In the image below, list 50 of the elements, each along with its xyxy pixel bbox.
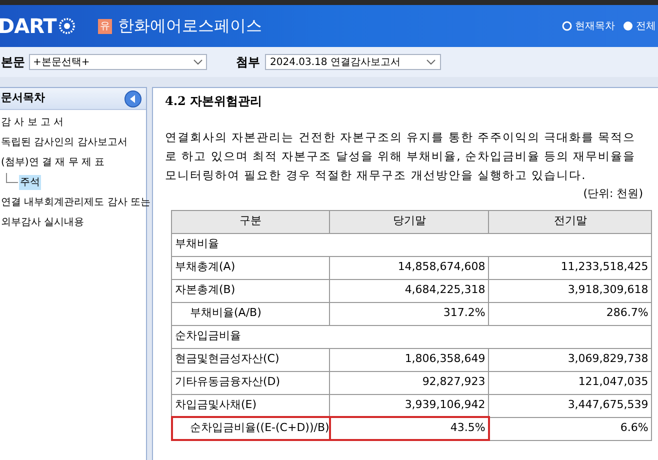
sunburst-icon [58,17,76,35]
attach-label: 첨부 [236,54,260,71]
company-badge: 유 [98,18,112,34]
table-cell: 43.5% [330,417,489,440]
company-name: 한화에어로스페이스 [118,15,262,37]
table-cell: 3,918,309,618 [488,279,652,302]
tree-item[interactable]: 외부감사 실시내용 [0,214,86,230]
table-cell: 3,069,829,738 [488,348,652,371]
table-cell: 3,447,675,539 [488,394,652,417]
body-select[interactable]: +본문선택+ [29,54,207,70]
collapse-button[interactable] [124,90,142,108]
table-cell: 317.2% [330,302,489,325]
body-label: 본문 [1,54,25,71]
chevron-icon [426,59,436,65]
table-cell: 순차입금비율 [172,325,652,348]
sidebar-title: 문서목차 [1,90,45,106]
table-cell: 4,684,225,318 [330,279,489,302]
logo-text: DART [0,13,56,40]
column-header: 구분 [172,210,330,233]
column-header: 당기말 [330,210,489,233]
table-cell: 현금및현금성자산(C) [172,348,330,371]
table-cell: 순차입금비율((E-(C+D))/B) [172,417,330,440]
radio-icon[interactable] [623,21,633,31]
tree-item[interactable]: 감 사 보 고 서 [0,114,65,130]
table-cell: 부채비율 [172,233,652,256]
chevron-icon [193,59,203,65]
table-cell: 6.6% [488,417,652,440]
attach-select[interactable]: 2024.03.18 연결감사보고서 [265,54,441,70]
table-cell: 기타유동금융자산(D) [172,371,330,394]
table-cell: 부채총계(A) [172,256,330,279]
table-cell: 286.7% [488,302,652,325]
table-cell: 차입금및사채(E) [172,394,330,417]
radio-label[interactable]: 전체 [636,18,656,34]
section-heading: 4.2 자본위험관리 [165,93,264,110]
table-cell: 부채비율(A/B) [172,302,330,325]
tree-item[interactable]: 주석 [19,174,41,190]
table-cell: 11,233,518,425 [488,256,652,279]
tree-item[interactable]: 독립된 감사인의 감사보고서 [0,134,128,150]
radio-label[interactable]: 현재목차 [575,18,615,34]
tree-item[interactable]: (첨부)연 결 재 무 제 표 [0,154,106,170]
table-cell: 92,827,923 [330,371,489,394]
table-cell: 121,047,035 [488,371,652,394]
unit-note: (단위: 천원) [582,186,643,202]
table-cell: 14,858,674,608 [330,256,489,279]
column-header: 전기말 [488,210,652,233]
table-cell: 자본총계(B) [172,279,330,302]
radio-icon[interactable] [562,21,572,31]
table-cell: 1,806,358,649 [330,348,489,371]
paragraph: 연결회사의 자본관리는 건전한 자본구조의 유지를 통한 주주이익의 극대화를 목적으로 하고 있으며 최적 자본구조 달성을 위해 부채비율, 순차입금비율 등의 재무비율을 모니터링하여 필요한 경우 적절한 재무구조 개선방안을 실행하고 있습니다. [165,129,637,184]
tree-item[interactable]: 연결 내부회계관리제도 감사 또는 [0,194,152,210]
